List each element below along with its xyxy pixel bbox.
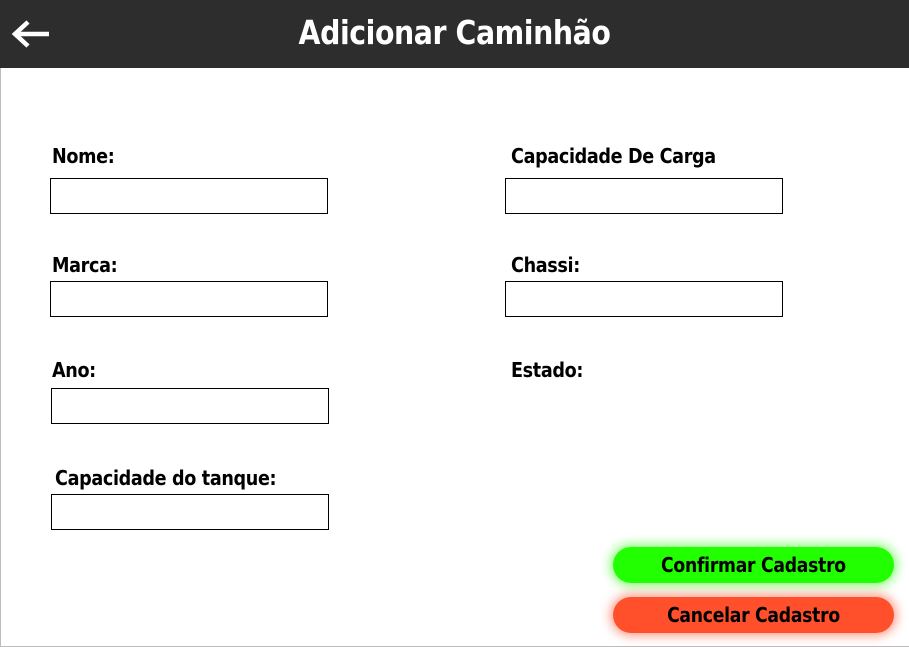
- marca-label: Marca:: [52, 253, 118, 277]
- estado-label: Estado:: [511, 358, 584, 382]
- nome-input[interactable]: [50, 178, 328, 214]
- marca-input[interactable]: [50, 281, 328, 317]
- ano-input[interactable]: [51, 388, 329, 424]
- ano-label: Ano:: [52, 358, 96, 382]
- cancel-button[interactable]: Cancelar Cadastro: [613, 597, 894, 633]
- page-title: Adicionar Caminhão: [298, 13, 611, 52]
- tanque-label: Capacidade do tanque:: [55, 466, 277, 490]
- confirm-button-label: Confirmar Cadastro: [661, 553, 846, 577]
- arrow-left-icon[interactable]: [8, 14, 54, 54]
- nome-label: Nome:: [52, 144, 115, 168]
- cancel-button-label: Cancelar Cadastro: [667, 603, 840, 627]
- carga-label: Capacidade De Carga: [511, 144, 716, 168]
- carga-input[interactable]: [505, 178, 783, 214]
- top-bar: Adicionar Caminhão: [0, 0, 909, 68]
- tanque-input[interactable]: [51, 494, 329, 530]
- chassi-label: Chassi:: [511, 253, 580, 277]
- confirm-button[interactable]: Confirmar Cadastro: [613, 547, 894, 583]
- chassi-input[interactable]: [505, 281, 783, 317]
